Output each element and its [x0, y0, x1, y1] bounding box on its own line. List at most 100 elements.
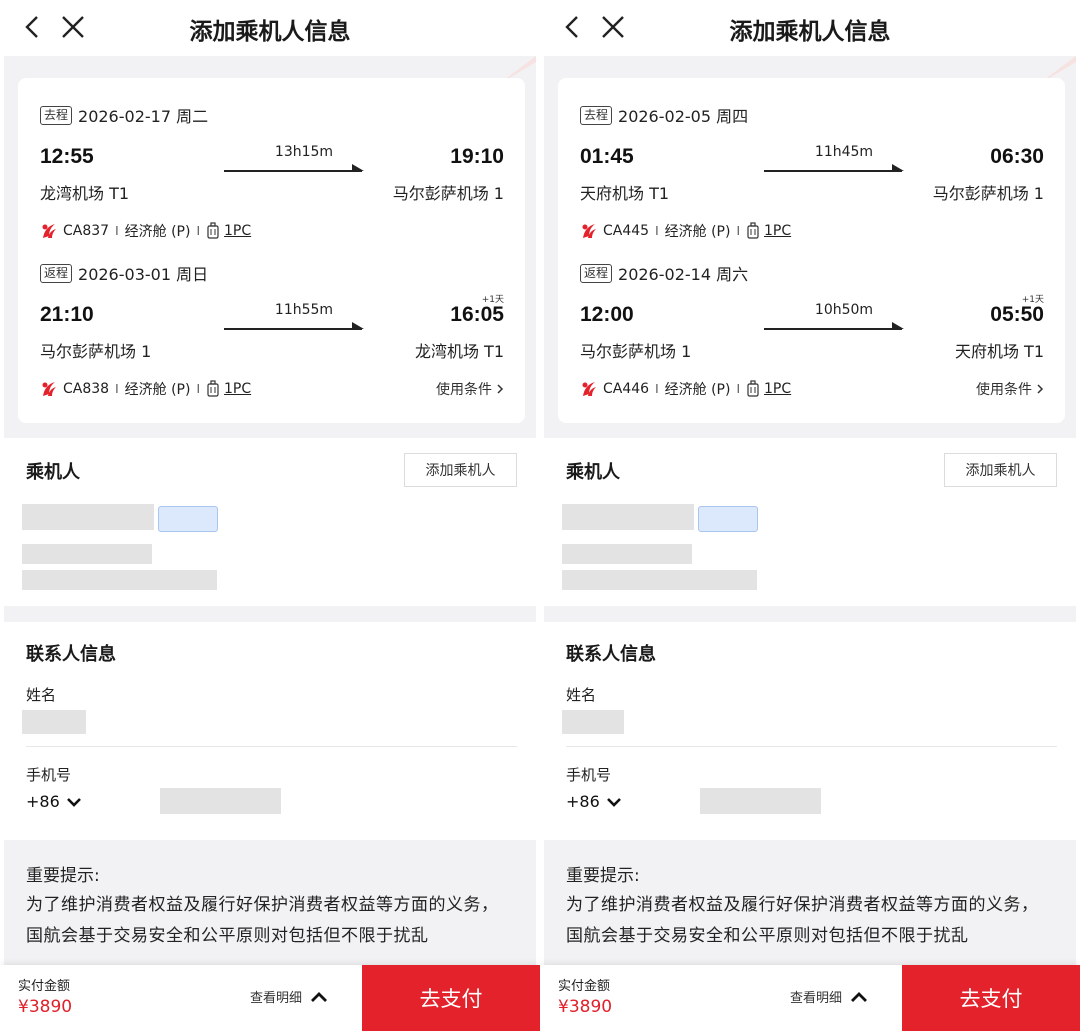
booking-screen-left: 添加乘机人信息 去程 2026-02-17 周二 12:55 13h15m 19… [0, 0, 540, 1031]
departure-time: 01:45 [580, 145, 634, 168]
total-label: 实付金额 [558, 979, 611, 994]
departure-airport: 马尔彭萨机场 1 [580, 342, 692, 361]
baggage-link[interactable]: 1PC [224, 381, 251, 397]
baggage-link[interactable]: 1PC [764, 223, 791, 239]
departure-airport: 马尔彭萨机场 1 [40, 342, 152, 361]
luggage-icon [207, 222, 219, 239]
chevron-right-icon [497, 384, 504, 394]
flight-number: CA838 [63, 381, 110, 397]
duration-arrow-icon [764, 164, 904, 172]
arrival-airport: 天府机场 T1 [954, 342, 1044, 361]
nav-header: 添加乘机人信息 [540, 0, 1080, 56]
leg-tag: 返程 [580, 263, 613, 283]
arrival-time: 16:05 [450, 303, 504, 326]
id-type-badge [158, 506, 218, 532]
detail-label: 查看明细 [790, 991, 843, 1006]
separator: I [196, 382, 200, 396]
checkout-bar: 实付金额 ¥3890 查看明细 去支付 [0, 965, 540, 1031]
usage-conditions-link[interactable]: 使用条件 [436, 379, 504, 399]
country-code-value: +86 [566, 792, 600, 811]
notice-title: 重要提示: [26, 866, 100, 886]
chevron-down-icon [66, 797, 81, 807]
redacted-passenger-name [22, 504, 154, 530]
flight-duration: 13h15m [274, 144, 334, 160]
passenger-section: 乘机人 添加乘机人 [4, 438, 536, 606]
contact-section: 联系人信息 姓名 手机号 +86 [4, 622, 536, 840]
redacted-passenger-detail [562, 570, 757, 590]
leg-tag: 返程 [40, 263, 73, 283]
air-china-logo-icon [582, 224, 596, 238]
field-divider [566, 746, 1057, 747]
flight-info-row: CA838 I 经济舱 (P) I 1PC 使用条件 [40, 378, 504, 400]
leg-date: 2026-02-05 周四 [618, 107, 749, 126]
separator: I [196, 224, 200, 238]
name-field[interactable] [22, 710, 86, 734]
conditions-label: 使用条件 [976, 382, 1032, 398]
baggage-link[interactable]: 1PC [764, 381, 791, 397]
name-label: 姓名 [566, 686, 597, 704]
arrival-time: 06:30 [990, 145, 1044, 168]
separator: I [115, 224, 119, 238]
leg-date: 2026-02-14 周六 [618, 265, 749, 284]
section-title: 乘机人 [566, 462, 620, 483]
add-passenger-button[interactable]: 添加乘机人 [404, 453, 517, 487]
leg-tag: 去程 [40, 105, 73, 125]
flight-info-row: CA445 I 经济舱 (P) I 1PC [580, 220, 1044, 242]
departure-time: 12:55 [40, 145, 94, 168]
chevron-up-icon [311, 991, 328, 1002]
view-details-link[interactable]: 查看明细 [250, 987, 328, 1006]
cabin-class: 经济舱 (P) [664, 382, 731, 398]
arrival-airport: 马尔彭萨机场 1 [932, 184, 1044, 203]
air-china-logo-icon [42, 382, 56, 396]
redacted-passenger-name [562, 504, 694, 530]
phone-field[interactable] [700, 788, 821, 814]
departure-airport: 龙湾机场 T1 [40, 184, 130, 203]
country-code-select[interactable]: +86 [26, 792, 82, 811]
redacted-passenger-detail [22, 570, 217, 590]
leg-date: 2026-02-17 周二 [78, 107, 209, 126]
section-title: 联系人信息 [26, 644, 116, 665]
pay-button[interactable]: 去支付 [362, 965, 540, 1031]
air-china-logo-icon [582, 382, 596, 396]
departure-airport: 天府机场 T1 [580, 184, 670, 203]
view-details-link[interactable]: 查看明细 [790, 987, 868, 1006]
flight-number: CA837 [63, 223, 110, 239]
name-field[interactable] [562, 710, 624, 734]
detail-label: 查看明细 [250, 991, 303, 1006]
add-passenger-button[interactable]: 添加乘机人 [944, 453, 1057, 487]
country-code-select[interactable]: +86 [566, 792, 622, 811]
flight-duration: 11h45m [814, 144, 874, 160]
section-title: 联系人信息 [566, 644, 656, 665]
notice-title: 重要提示: [566, 866, 640, 886]
section-title: 乘机人 [26, 462, 80, 483]
departure-time: 12:00 [580, 303, 634, 326]
flight-info-row: CA446 I 经济舱 (P) I 1PC 使用条件 [580, 378, 1044, 400]
luggage-icon [747, 380, 759, 397]
phone-label: 手机号 [566, 766, 612, 784]
separator: I [115, 382, 119, 396]
usage-conditions-link[interactable]: 使用条件 [976, 379, 1044, 399]
chevron-up-icon [851, 991, 868, 1002]
arrival-airport: 龙湾机场 T1 [414, 342, 504, 361]
important-notice: 重要提示: 为了维护消费者权益及履行好保护消费者权益等方面的义务，国航会基于交易… [4, 840, 536, 965]
flight-info-row: CA837 I 经济舱 (P) I 1PC [40, 220, 504, 242]
flight-duration: 10h50m [814, 302, 874, 318]
field-divider [26, 746, 517, 747]
total-price: ¥3890 [558, 997, 613, 1017]
pay-button[interactable]: 去支付 [902, 965, 1080, 1031]
separator: I [655, 224, 659, 238]
separator: I [736, 382, 740, 396]
duration-arrow-icon [224, 164, 364, 172]
important-notice: 重要提示: 为了维护消费者权益及履行好保护消费者权益等方面的义务，国航会基于交易… [544, 840, 1076, 965]
chevron-down-icon [606, 797, 621, 807]
id-type-badge [698, 506, 758, 532]
phone-field[interactable] [160, 788, 281, 814]
arrival-time: 19:10 [450, 145, 504, 168]
country-code-value: +86 [26, 792, 60, 811]
duration-arrow-icon [764, 322, 904, 330]
duration-arrow-icon [224, 322, 364, 330]
arrival-airport: 马尔彭萨机场 1 [392, 184, 504, 203]
notice-body: 为了维护消费者权益及履行好保护消费者权益等方面的义务，国航会基于交易安全和公平原… [566, 895, 1039, 946]
baggage-link[interactable]: 1PC [224, 223, 251, 239]
contact-section: 联系人信息 姓名 手机号 +86 [544, 622, 1076, 840]
